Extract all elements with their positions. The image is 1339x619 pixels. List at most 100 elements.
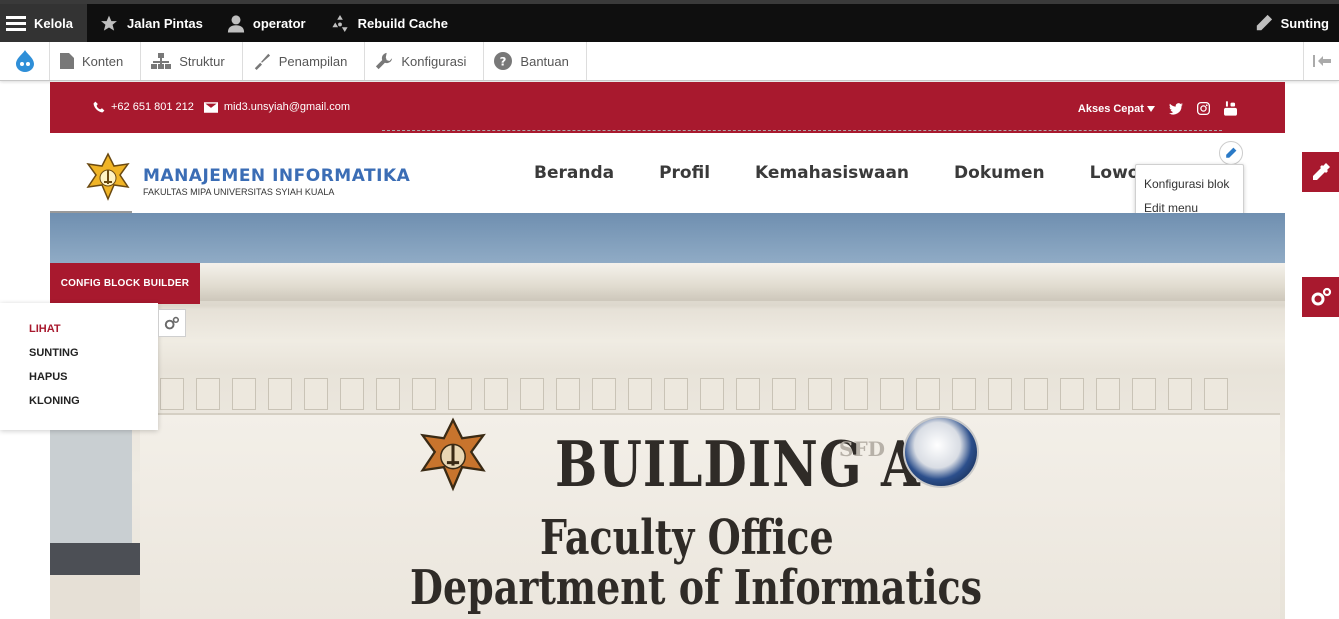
hero-dentil: [268, 378, 292, 410]
hero-image: BUILDING A SFD Faculty Office Department…: [50, 213, 1285, 619]
hero-dentil: [1096, 378, 1120, 410]
tray-item-appearance[interactable]: Penampilan: [243, 42, 366, 80]
nav-item-home[interactable]: Beranda: [534, 163, 614, 183]
cogs-icon: [164, 316, 179, 330]
color-picker-button[interactable]: [1302, 152, 1339, 192]
hero-dentil-row: [160, 378, 1270, 414]
nav-item-profile[interactable]: Profil: [659, 163, 710, 183]
twitter-icon[interactable]: [1169, 102, 1183, 115]
hero-dentil: [664, 378, 688, 410]
op-clone[interactable]: KLONING: [29, 395, 158, 419]
tray-collapse-button[interactable]: [1303, 42, 1339, 80]
hero-dentil: [1168, 378, 1192, 410]
manage-label: Kelola: [34, 15, 74, 31]
manage-button[interactable]: Kelola: [0, 4, 88, 42]
university-emblem-icon[interactable]: [83, 152, 133, 202]
tray-item-label: Penampilan: [278, 53, 348, 69]
sign-line-department: Department of Informatics: [410, 559, 983, 616]
tray-item-content[interactable]: Konten: [50, 42, 142, 80]
sign-line-faculty: Faculty Office: [540, 509, 834, 566]
hero-dentil: [340, 378, 364, 410]
tray-item-label: Konten: [82, 53, 124, 69]
site-page: +62 651 801 212 mid3.unsyiah@gmail.com A…: [50, 82, 1285, 619]
site-header: MANAJEMEN INFORMATIKA FAKULTAS MIPA UNIV…: [50, 133, 1285, 214]
svg-text:?: ?: [500, 55, 507, 69]
hero-cornice: [130, 263, 1285, 301]
quick-links: Akses Cepat: [1078, 101, 1237, 116]
sitemap-icon: [151, 53, 172, 69]
hero-dentil: [520, 378, 544, 410]
hero-dentil: [880, 378, 904, 410]
op-view[interactable]: LIHAT: [29, 323, 158, 347]
sign-seal-icon: [903, 416, 979, 488]
hero-dentil: [736, 378, 760, 410]
pencil-icon: [1226, 147, 1237, 158]
contact-info: +62 651 801 212 mid3.unsyiah@gmail.com: [93, 101, 350, 113]
rebuild-cache-label: Rebuild Cache: [357, 15, 448, 31]
main-navigation: Beranda Profil Kemahasiswaan Dokumen Low…: [534, 163, 1217, 183]
email-address[interactable]: mid3.unsyiah@gmail.com: [224, 101, 350, 113]
block-contextual-button[interactable]: [1219, 141, 1243, 165]
wrench-icon: [376, 52, 393, 70]
site-title[interactable]: MANAJEMEN INFORMATIKA: [143, 166, 410, 186]
collapse-icon: [1312, 55, 1331, 67]
instagram-icon[interactable]: [1197, 102, 1210, 115]
hero-dentil: [952, 378, 976, 410]
edit-mode-button[interactable]: Sunting: [1243, 4, 1339, 42]
tray-item-label: Konfigurasi: [401, 53, 467, 69]
admin-toolbar: Kelola Jalan Pintas operator Rebuild Cac…: [0, 0, 1339, 42]
nav-item-student-affairs[interactable]: Kemahasiswaan: [755, 163, 909, 183]
hero-dentil: [772, 378, 796, 410]
hero-dentil: [160, 378, 184, 410]
quick-access-dropdown[interactable]: Akses Cepat: [1078, 103, 1155, 115]
drupal-drop-icon: [15, 50, 34, 72]
hero-dentil: [484, 378, 508, 410]
recycle-icon: [332, 14, 348, 32]
site-topbar: +62 651 801 212 mid3.unsyiah@gmail.com A…: [50, 82, 1285, 133]
tray-item-label: Bantuan: [520, 53, 569, 69]
hero-dentil: [556, 378, 580, 410]
user-button[interactable]: operator: [215, 4, 318, 42]
sign-emblem-icon: [420, 417, 486, 492]
tray-item-structure[interactable]: Struktur: [141, 42, 243, 80]
tray-item-label: Struktur: [179, 53, 225, 69]
op-delete[interactable]: HAPUS: [29, 371, 158, 395]
hero-dentil: [844, 378, 868, 410]
phone-number[interactable]: +62 651 801 212: [111, 101, 194, 113]
hero-dentil: [592, 378, 616, 410]
block-settings-button[interactable]: [158, 309, 186, 337]
tray-item-configuration[interactable]: Konfigurasi: [365, 42, 485, 80]
op-edit[interactable]: SUNTING: [29, 347, 158, 371]
hero-dentil: [700, 378, 724, 410]
shortcuts-button[interactable]: Jalan Pintas: [87, 4, 215, 42]
hero-dentil: [1132, 378, 1156, 410]
rebuild-cache-button[interactable]: Rebuild Cache: [318, 4, 460, 42]
hero-dentil: [232, 378, 256, 410]
hero-wall-left: [50, 575, 140, 619]
edit-mode-label: Sunting: [1280, 15, 1329, 31]
star-icon: [101, 15, 117, 31]
help-icon: ?: [494, 52, 513, 70]
config-block-builder-button[interactable]: CONFIG BLOCK BUILDER: [50, 263, 200, 304]
tray-item-help[interactable]: ? Bantuan: [484, 42, 587, 80]
file-icon: [60, 53, 74, 69]
editable-region-outline: [382, 130, 1222, 131]
nav-item-documents[interactable]: Dokumen: [954, 163, 1045, 183]
drupal-logo[interactable]: [0, 42, 50, 80]
hero-dentil: [412, 378, 436, 410]
hero-dentil: [448, 378, 472, 410]
menu-icon: [6, 16, 26, 31]
hero-dentil: [1204, 378, 1228, 410]
paintbrush-icon: [254, 53, 270, 70]
hero-dentil: [988, 378, 1012, 410]
theme-settings-button[interactable]: [1302, 277, 1339, 317]
configure-block-link[interactable]: Konfigurasi blok: [1136, 175, 1243, 199]
email-icon: [203, 101, 218, 113]
hero-dentil: [808, 378, 832, 410]
sign-sfd-text: SFD: [839, 437, 885, 461]
cogs-icon: [1311, 287, 1331, 306]
hero-dentil: [376, 378, 400, 410]
quick-access-label: Akses Cepat: [1077, 102, 1144, 115]
admin-tray: Konten Struktur Penampilan Konfigurasi ?…: [0, 42, 1339, 81]
youtube-icon[interactable]: [1224, 101, 1237, 116]
